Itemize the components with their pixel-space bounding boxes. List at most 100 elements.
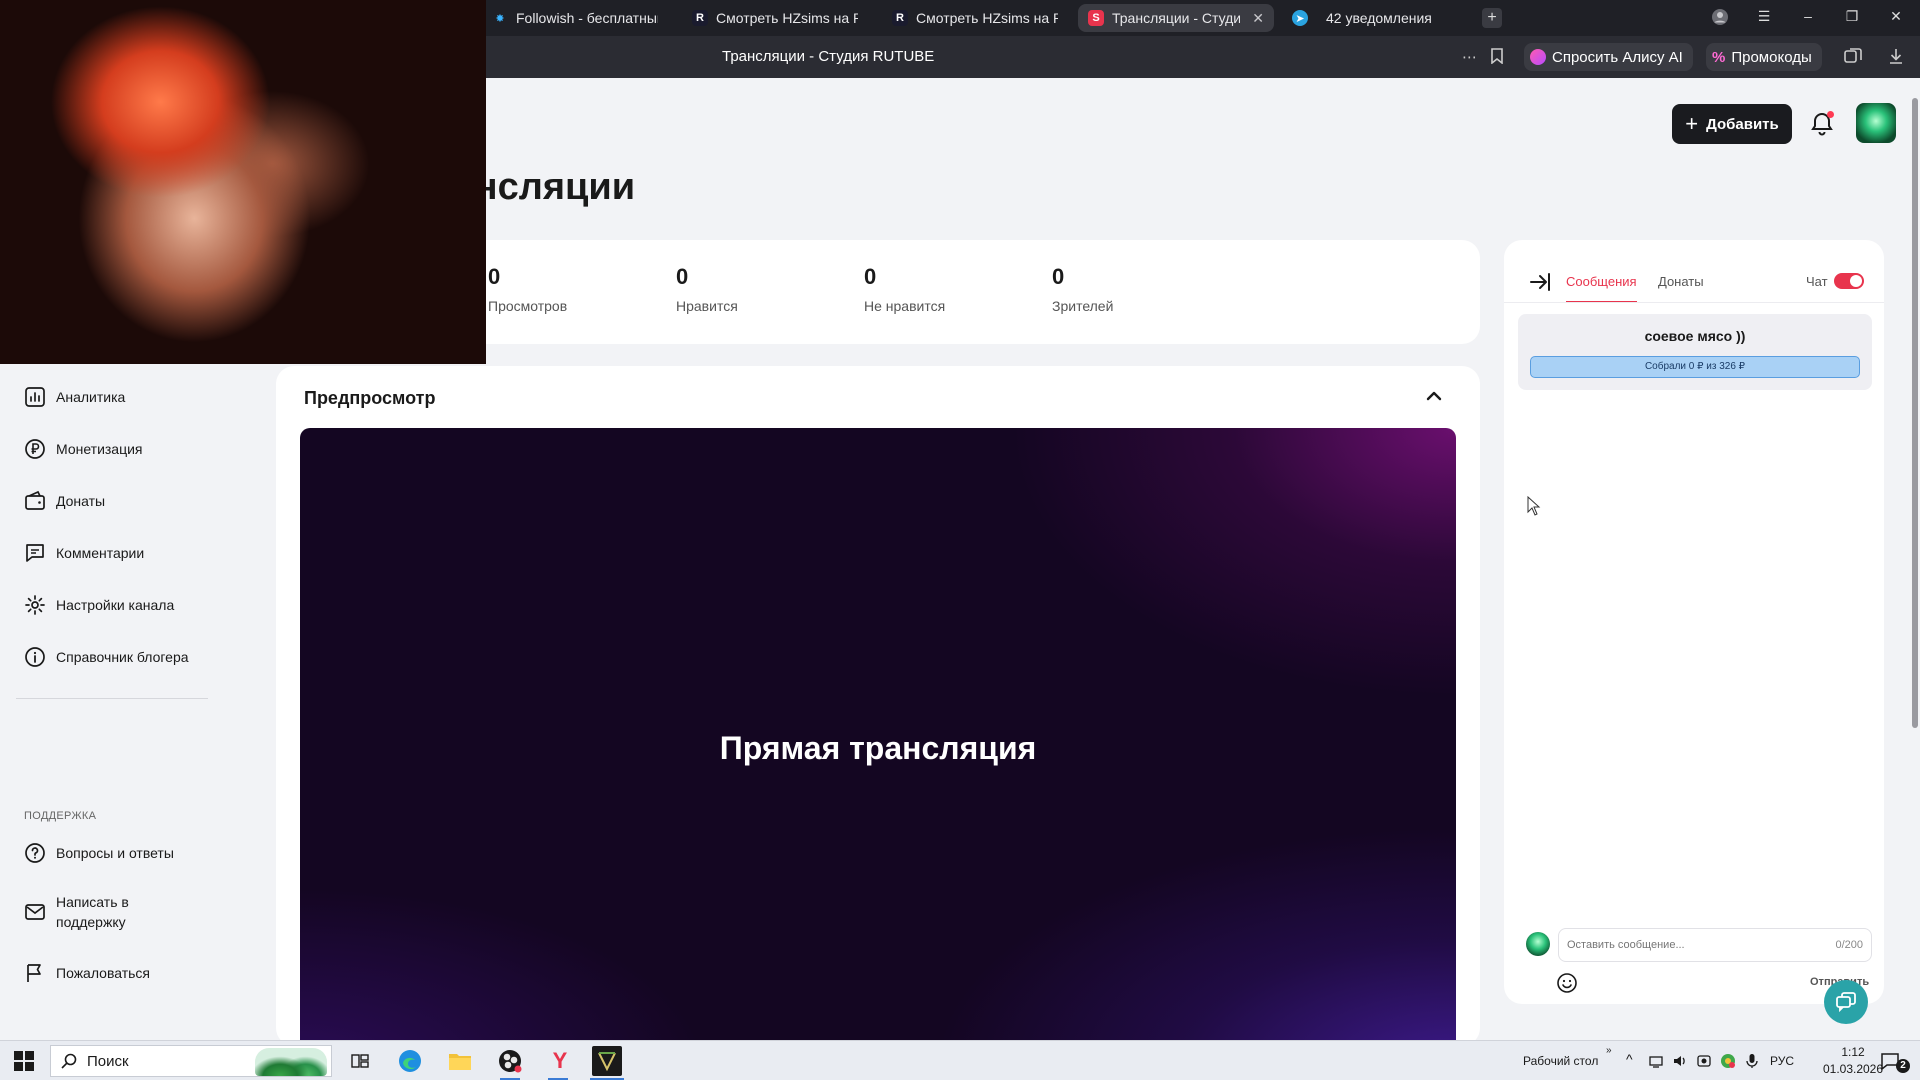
mail-icon [25, 904, 45, 920]
app-icon[interactable] [592, 1046, 622, 1076]
minimize-icon[interactable]: – [1796, 8, 1820, 24]
menu-icon[interactable]: ☰ [1752, 8, 1776, 25]
plus-icon: + [1685, 111, 1699, 136]
stat-viewers: 0 Зрителей [1052, 264, 1114, 314]
sidebar-item-comments[interactable]: Комментарии [24, 542, 144, 564]
search-highlight-image [255, 1048, 327, 1076]
address-page-title[interactable]: Трансляции - Студия RUTUBE [722, 48, 934, 65]
new-tab-button[interactable]: + [1482, 8, 1502, 28]
video-player[interactable]: Прямая трансляция [300, 428, 1456, 1040]
tab-donations[interactable]: Донаты [1658, 274, 1704, 289]
alice-icon [1530, 49, 1546, 65]
gear-icon [25, 595, 45, 615]
more-icon[interactable]: ⋯ [1462, 48, 1477, 66]
restore-icon[interactable]: ❐ [1840, 8, 1864, 25]
add-button[interactable]: + Добавить [1672, 104, 1792, 144]
user-avatar[interactable] [1856, 103, 1896, 143]
chat-toggle[interactable] [1834, 273, 1864, 289]
ruble-icon [25, 439, 45, 459]
browser-tab-studio[interactable]: S Трансляции - Студия R ✕ [1078, 4, 1274, 32]
notifications-bell-icon[interactable] [1810, 111, 1836, 137]
preview-title: Предпросмотр [304, 388, 436, 408]
taskbar-search[interactable]: Поиск [50, 1045, 332, 1077]
toggle-knob [1850, 275, 1862, 287]
preview-card: Предпросмотр Прямая трансляция [276, 366, 1480, 1040]
task-view-icon[interactable] [346, 1047, 374, 1075]
telegram-icon: ➤ [1292, 10, 1308, 26]
ask-alice-button[interactable]: Спросить Алису AI [1524, 43, 1693, 71]
mouse-cursor-icon [1527, 496, 1541, 516]
tray-app-icon[interactable] [1720, 1053, 1736, 1069]
close-window-icon[interactable]: ✕ [1884, 8, 1908, 25]
sidebar-item-donations[interactable]: Донаты [24, 490, 105, 512]
volume-icon[interactable] [1672, 1053, 1688, 1069]
download-icon[interactable] [1888, 48, 1904, 68]
comment-icon [26, 544, 44, 562]
sidebar-item-faq[interactable]: Вопросы и ответы [24, 842, 174, 864]
browser-tab-followish[interactable]: ✸ Followish - бесплатный се [482, 4, 668, 32]
sidebar-item-blogger-guide[interactable]: Справочник блогера [24, 646, 189, 668]
followish-icon: ✸ [495, 12, 505, 25]
microphone-icon[interactable] [1744, 1053, 1760, 1069]
percent-icon: % [1712, 48, 1726, 66]
desktop-label[interactable]: Рабочий стол [1523, 1054, 1598, 1068]
clock-time[interactable]: 1:12 [1826, 1045, 1880, 1059]
support-heading: ПОДДЕРЖКА [24, 810, 97, 822]
webcam-overlay [0, 0, 486, 364]
tab-messages[interactable]: Сообщения [1566, 274, 1637, 303]
collections-icon[interactable] [1844, 48, 1862, 68]
search-icon [61, 1053, 77, 1069]
analytics-icon [25, 387, 45, 407]
support-chat-button[interactable] [1824, 980, 1868, 1024]
promo-button[interactable]: % Промокоды [1706, 43, 1822, 71]
yandex-browser-icon[interactable]: Y [546, 1047, 574, 1075]
tray-expand-icon[interactable]: ^ [1626, 1051, 1633, 1067]
obs-icon[interactable] [496, 1047, 524, 1075]
browser-tab-rutube-2[interactable]: R Смотреть HZsims на RUT [882, 4, 1068, 32]
chat-panel: Сообщения Донаты Чат соевое мясо )) Собр… [1504, 240, 1884, 1004]
sidebar-item-monetization[interactable]: Монетизация [24, 438, 143, 460]
windows-start-icon[interactable] [14, 1051, 34, 1071]
video-label: Прямая трансляция [719, 730, 1037, 766]
collapse-panel-icon[interactable] [1528, 270, 1552, 294]
info-icon [25, 647, 45, 667]
chat-tabs-divider [1504, 302, 1884, 303]
goal-progress-bar: Собрали 0 ₽ из 326 ₽ [1530, 356, 1860, 378]
goal-progress-text: Собрали 0 ₽ из 326 ₽ [1644, 361, 1746, 372]
toolbar-expand-icon[interactable]: » [1606, 1045, 1612, 1056]
sidebar-item-report[interactable]: Пожаловаться [24, 962, 150, 984]
browser-tab-rutube-1[interactable]: R Смотреть HZsims на RUT [682, 4, 868, 32]
bookmark-icon[interactable] [1490, 48, 1504, 68]
notification-dot [1827, 111, 1834, 118]
chat-message-input[interactable] [1567, 939, 1836, 951]
close-tab-icon[interactable]: ✕ [1252, 10, 1264, 27]
network-icon[interactable] [1648, 1053, 1664, 1069]
browser-tab-telegram[interactable]: ➤ 42 уведомления [1282, 4, 1472, 32]
rutube-icon: R [692, 10, 708, 26]
sidebar-item-analytics[interactable]: Аналитика [24, 386, 125, 408]
studio-icon: S [1088, 10, 1104, 26]
chevron-up-icon[interactable] [1422, 384, 1446, 408]
notification-count-badge: 2 [1896, 1059, 1910, 1073]
profile-icon[interactable] [1708, 8, 1732, 29]
chat-toggle-label: Чат [1806, 274, 1828, 289]
page-scrollbar[interactable] [1910, 78, 1920, 1040]
sidebar-item-channel-settings[interactable]: Настройки канала [24, 594, 174, 616]
question-icon [25, 843, 45, 863]
edge-icon[interactable] [396, 1047, 424, 1075]
flag-icon [27, 964, 41, 982]
chat-message-field[interactable]: 0/200 [1558, 928, 1872, 962]
stat-views: 0 Просмотров [488, 264, 568, 314]
emoji-icon[interactable] [1556, 972, 1578, 994]
file-explorer-icon[interactable] [446, 1047, 474, 1075]
rutube-icon: R [892, 10, 908, 26]
goal-title: соевое мясо )) [1644, 328, 1746, 344]
sidebar-item-contact-support[interactable]: Написать в поддержку [24, 892, 174, 932]
donation-goal: соевое мясо )) Собрали 0 ₽ из 326 ₽ [1518, 314, 1872, 390]
char-counter: 0/200 [1835, 939, 1863, 951]
camera-icon[interactable] [1696, 1053, 1712, 1069]
wallet-icon [25, 490, 45, 510]
language-indicator[interactable]: РУС [1770, 1054, 1794, 1068]
scrollbar-thumb[interactable] [1912, 98, 1918, 728]
chat-bubbles-icon [1836, 992, 1856, 1013]
